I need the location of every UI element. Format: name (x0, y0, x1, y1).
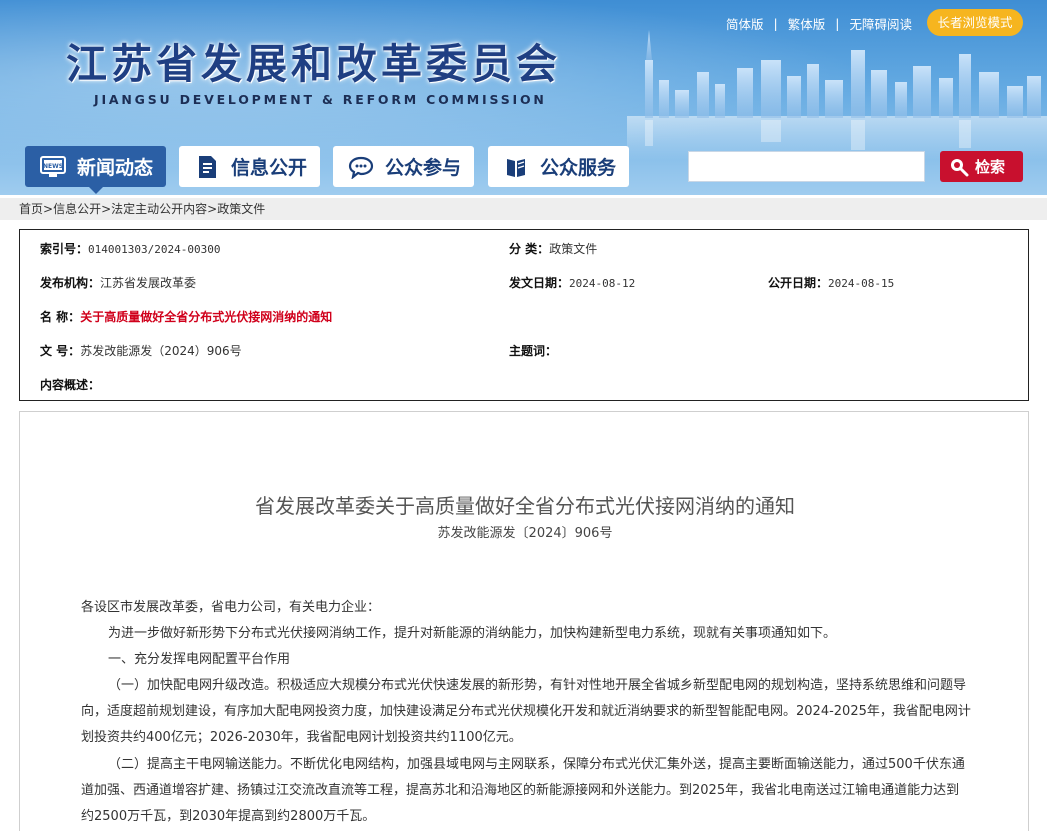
article-title: 省发展改革委关于高质量做好全省分布式光伏接网消纳的通知 (255, 494, 795, 518)
meta-label: 文 号： (40, 344, 81, 358)
breadcrumb-separator: > (43, 202, 54, 216)
document-name: 关于高质量做好全省分布式光伏接网消纳的通知 (80, 310, 333, 324)
traditional-link[interactable]: 繁体版 (788, 14, 826, 33)
book-icon (502, 154, 530, 180)
nav-info-disclosure[interactable]: 信息公开 (179, 146, 320, 187)
document-icon (193, 154, 221, 180)
breadcrumb-separator: > (207, 202, 218, 216)
nav-label: 信息公开 (231, 157, 308, 179)
elder-mode-button[interactable]: 长者浏览模式 (927, 9, 1023, 36)
simplified-link[interactable]: 简体版 (726, 14, 764, 33)
nav-label: 公众参与 (385, 157, 462, 179)
svg-text:NEWS: NEWS (43, 163, 63, 170)
nav-public-participation[interactable]: 公众参与 (333, 146, 474, 187)
breadcrumb-policy-documents[interactable]: 政策文件 (217, 202, 265, 216)
meta-value: 政策文件 (549, 242, 598, 256)
nav-news[interactable]: NEWS 新闻动态 (25, 146, 166, 194)
search-button-label: 检索 (975, 158, 1006, 176)
meta-label: 内容概述： (40, 378, 101, 392)
nav-label: 新闻动态 (77, 157, 154, 179)
meta-label: 发文日期： (509, 276, 570, 290)
meta-value: 2024-08-12 (569, 277, 636, 290)
meta-doc-no: 文 号：苏发改能源发（2024）906号 (40, 342, 242, 359)
site-subtitle: JIANGSU DEVELOPMENT & REFORM COMMISSION (94, 92, 547, 107)
meta-publisher: 发布机构：江苏省发展改革委 (40, 274, 196, 291)
search-icon (951, 158, 969, 176)
paragraph-intro: 为进一步做好新形势下分布式光伏接网消纳工作，提升对新能源的消纳能力，加快构建新型… (108, 626, 837, 641)
breadcrumb: 首页>信息公开>法定主动公开内容>政策文件 (0, 198, 1047, 220)
link-separator: | (773, 16, 778, 31)
meta-value: 2024-08-15 (828, 277, 895, 290)
search-input[interactable] (688, 151, 925, 182)
meta-label: 索引号： (40, 242, 89, 256)
meta-index-no: 索引号：014001303/2024-00300 (40, 240, 220, 257)
nav-public-service[interactable]: 公众服务 (488, 146, 629, 187)
chat-bubble-icon (347, 154, 375, 180)
version-links: 简体版 | 繁体版 | 无障碍阅读 (726, 14, 912, 33)
meta-category: 分 类：政策文件 (509, 240, 597, 257)
city-skyline-illustration (627, 30, 1047, 160)
article-doc-number: 苏发改能源发〔2024〕906号 (437, 526, 613, 541)
paragraph-item-2: （二）提高主干电网输送能力。不断优化电网结构，加强县域电网与主网联系，保障分布式… (81, 757, 965, 825)
search-button[interactable]: 检索 (940, 151, 1023, 182)
meta-label: 分 类： (509, 242, 550, 256)
breadcrumb-home[interactable]: 首页 (19, 202, 43, 216)
meta-label: 公开日期： (768, 276, 829, 290)
meta-keywords: 主题词： (509, 342, 557, 359)
meta-label: 主题词： (509, 344, 558, 358)
meta-value: 江苏省发展改革委 (100, 276, 197, 290)
paragraph-salutation: 各设区市发展改革委，省电力公司，有关电力企业： (81, 600, 381, 615)
site-title: 江苏省发展和改革委员会 (66, 40, 561, 88)
meta-issue-date: 发文日期：2024-08-12 (509, 274, 635, 291)
meta-label: 发布机构： (40, 276, 101, 290)
paragraph-item-1: （一）加快配电网升级改造。积极适应大规模分布式光伏快速发展的新形势，有针对性地开… (81, 678, 971, 746)
meta-value: 014001303/2024-00300 (88, 243, 221, 256)
breadcrumb-separator: > (101, 202, 112, 216)
article-body: 省发展改革委关于高质量做好全省分布式光伏接网消纳的通知 苏发改能源发〔2024〕… (19, 411, 1029, 831)
breadcrumb-statutory-content[interactable]: 法定主动公开内容 (111, 202, 207, 216)
meta-public-date: 公开日期：2024-08-15 (768, 274, 894, 291)
accessible-reading-link[interactable]: 无障碍阅读 (849, 14, 912, 33)
breadcrumb-info-disclosure[interactable]: 信息公开 (53, 202, 101, 216)
meta-summary: 内容概述： (40, 376, 100, 393)
meta-name: 名 称：关于高质量做好全省分布式光伏接网消纳的通知 (40, 308, 332, 325)
link-separator: | (835, 16, 840, 31)
meta-value: 苏发改能源发（2024）906号 (80, 344, 242, 358)
meta-label: 名 称： (40, 310, 81, 324)
news-icon: NEWS (39, 154, 67, 180)
section-heading: 一、充分发挥电网配置平台作用 (108, 652, 291, 667)
nav-label: 公众服务 (540, 157, 617, 179)
